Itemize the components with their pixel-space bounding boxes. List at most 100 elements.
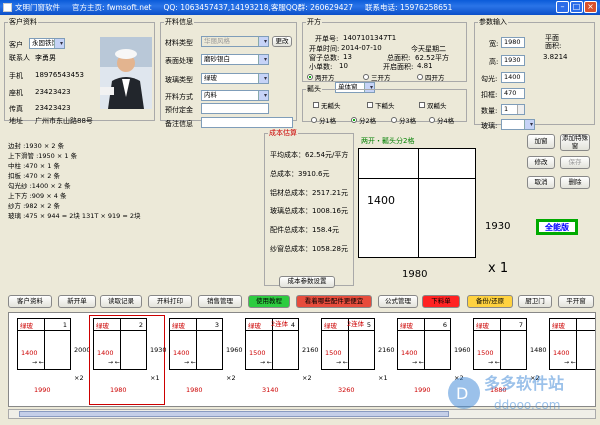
cut-mode-select[interactable]: 内料 ▾: [201, 90, 269, 101]
card-frame: 绿玻 6 1400 → ←: [397, 318, 451, 370]
frame-input[interactable]: 470: [501, 88, 525, 99]
card-number: 8: [595, 321, 596, 329]
window-card[interactable]: 绿玻 3 1400 → ← 1960 ×2 1980: [166, 316, 243, 402]
tutorial-button[interactable]: 使用教程: [248, 295, 290, 308]
kitchen-door-button[interactable]: 厨卫门: [518, 295, 552, 308]
cancel-button[interactable]: 取消: [527, 176, 555, 189]
order-no-label: 开单号:: [315, 35, 339, 43]
surface-select[interactable]: 磨砂银白 ▾: [201, 54, 269, 65]
hook-panel: 瓤头 无瓤头 下瓤头 双瓤头 分1格 分2格 分3格 分4格: [302, 84, 467, 125]
cut-print-button[interactable]: 开料打印: [148, 295, 192, 308]
sales-button[interactable]: 销售管理: [198, 295, 242, 308]
window-card[interactable]: 绿玻 1 1400 → ← 2000 ×2 1990: [14, 316, 91, 402]
card-left-width: 1400: [553, 349, 570, 357]
quantity-label: 数量:: [481, 107, 498, 115]
split-4-radio[interactable]: 分4格: [429, 115, 454, 125]
glass-type-select[interactable]: 绿玻 ▾: [201, 73, 269, 84]
customer-select[interactable]: 永固铁饰 ▾: [29, 38, 65, 49]
material-type-select[interactable]: 华丽风格 ▾: [201, 36, 269, 47]
deposit-input[interactable]: [201, 103, 269, 114]
card-height: 1960: [226, 346, 243, 354]
app-title: 文明门窗软件: [15, 3, 60, 12]
open-area-value: 4.81: [417, 62, 433, 70]
mode-three-radio[interactable]: 三开方: [363, 72, 391, 82]
bottom-hook-checkbox[interactable]: 下瓤头: [367, 100, 395, 110]
mode-two-radio[interactable]: 两开方: [307, 72, 335, 82]
read-records-button[interactable]: 读取记录: [100, 295, 142, 308]
add-window-button[interactable]: 加窗: [527, 134, 555, 149]
preview-width: 1980: [402, 269, 428, 280]
card-total-width: 3140: [262, 386, 279, 394]
card-number: 1: [62, 321, 67, 329]
accessory-cost: 配件总成本：158.4元: [270, 226, 340, 234]
card-left-width: 1400: [21, 349, 38, 357]
card-left-width: 1500: [477, 349, 494, 357]
card-height: 2连体: [347, 320, 365, 328]
card-height: 2160: [378, 346, 395, 354]
card-height: 2连体: [271, 320, 289, 328]
watermark-logo: D 多多软件站 ddooo.com: [448, 374, 564, 412]
formula-button[interactable]: 公式管理: [378, 295, 418, 308]
delete-button[interactable]: 删除: [560, 176, 590, 189]
plane-area-value: 3.8214: [543, 53, 568, 61]
hook-light-input[interactable]: 1400: [501, 72, 525, 83]
card-quantity: ×1: [150, 374, 160, 382]
double-hook-checkbox[interactable]: 双瓤头: [419, 100, 447, 110]
minimize-icon[interactable]: –: [556, 1, 569, 13]
cost-settings-button[interactable]: 成本参数设置: [279, 276, 335, 288]
cut-list-item: 玻璃 :475 × 944 = 2块 131T × 919 = 2块: [8, 212, 141, 220]
split-3-radio[interactable]: 分3格: [391, 115, 416, 125]
width-input[interactable]: 1980: [501, 37, 525, 48]
cut-list-item: 纱方 :982 × 2 条: [8, 202, 60, 210]
preview-quantity: x 1: [488, 261, 509, 276]
plane-area-label: 平面面积:: [545, 34, 562, 50]
open-area-label: 开启面积:: [383, 63, 414, 71]
close-icon[interactable]: ×: [584, 1, 597, 13]
app-logo-icon: [3, 3, 12, 12]
fax-label: 传真: [9, 105, 23, 113]
hook-legend: 瓤头: [307, 85, 321, 93]
quantity-stepper[interactable]: 1: [501, 104, 525, 115]
preview-title: 两开・瓤头分2格: [361, 137, 415, 145]
mobile-value: 18976543453: [35, 71, 84, 79]
mode-four-radio[interactable]: 四开方: [417, 72, 445, 82]
remark-label: 备注信息: [165, 120, 193, 128]
save-button[interactable]: 保存: [560, 156, 590, 169]
cost-legend: 成本估算: [269, 129, 297, 137]
backup-button[interactable]: 备份/还原: [467, 295, 513, 308]
window-card[interactable]: 绿玻 2 1400 → ← 1930 ×1 1980: [89, 315, 167, 405]
card-number: 2: [138, 321, 143, 329]
casement-window-button[interactable]: 平开窗: [558, 295, 594, 308]
glass-select[interactable]: ▾: [501, 119, 535, 130]
change-button[interactable]: 更改: [272, 36, 292, 47]
new-order-button[interactable]: 新开单: [58, 295, 96, 308]
cheaper-parts-button[interactable]: 看着哪些配件更便宜: [296, 295, 372, 308]
card-number: 4: [290, 321, 295, 329]
edition-badge: 全能版: [536, 219, 578, 235]
phone-text: 联系电话: 15976258651: [365, 3, 453, 12]
split-2-radio[interactable]: 分2格: [351, 115, 376, 125]
height-input[interactable]: 1930: [501, 55, 525, 66]
cut-list-item: 中柱 :470 × 1 条: [8, 162, 60, 170]
card-height: 1960: [454, 346, 471, 354]
split-1-radio[interactable]: 分1格: [311, 115, 336, 125]
card-glass: 绿玻: [172, 322, 185, 330]
window-card[interactable]: 绿玻 4 1500 → ← 2连体 2160 ×2 3140: [242, 316, 319, 402]
qq-text: QQ: 1063457437,14193218,客服QQ群: 260629427: [163, 3, 354, 12]
customer-data-button[interactable]: 客户资料: [8, 295, 52, 308]
cut-list-item: 边封 :1930 × 2 条: [8, 142, 65, 150]
card-height: 2000: [74, 346, 91, 354]
glass-label: 玻璃:: [481, 122, 498, 130]
preview-left-width: 1400: [367, 194, 395, 207]
mobile-label: 手机: [9, 72, 23, 80]
params-legend: 参数输入: [479, 18, 507, 26]
card-frame: 绿玻 3 1400 → ←: [169, 318, 223, 370]
maximize-icon[interactable]: □: [570, 1, 583, 13]
window-card[interactable]: 绿玻 5 1500 → ← 2连体 2160 ×1 3260: [318, 316, 395, 402]
card-left-width: 1500: [325, 349, 342, 357]
edit-button[interactable]: 修改: [527, 156, 555, 169]
cut-sheet-button[interactable]: 下料单: [422, 295, 460, 308]
no-hook-checkbox[interactable]: 无瓤头: [313, 100, 341, 110]
remark-input[interactable]: [201, 117, 293, 128]
add-special-window-button[interactable]: 添加特殊窗: [560, 134, 590, 151]
